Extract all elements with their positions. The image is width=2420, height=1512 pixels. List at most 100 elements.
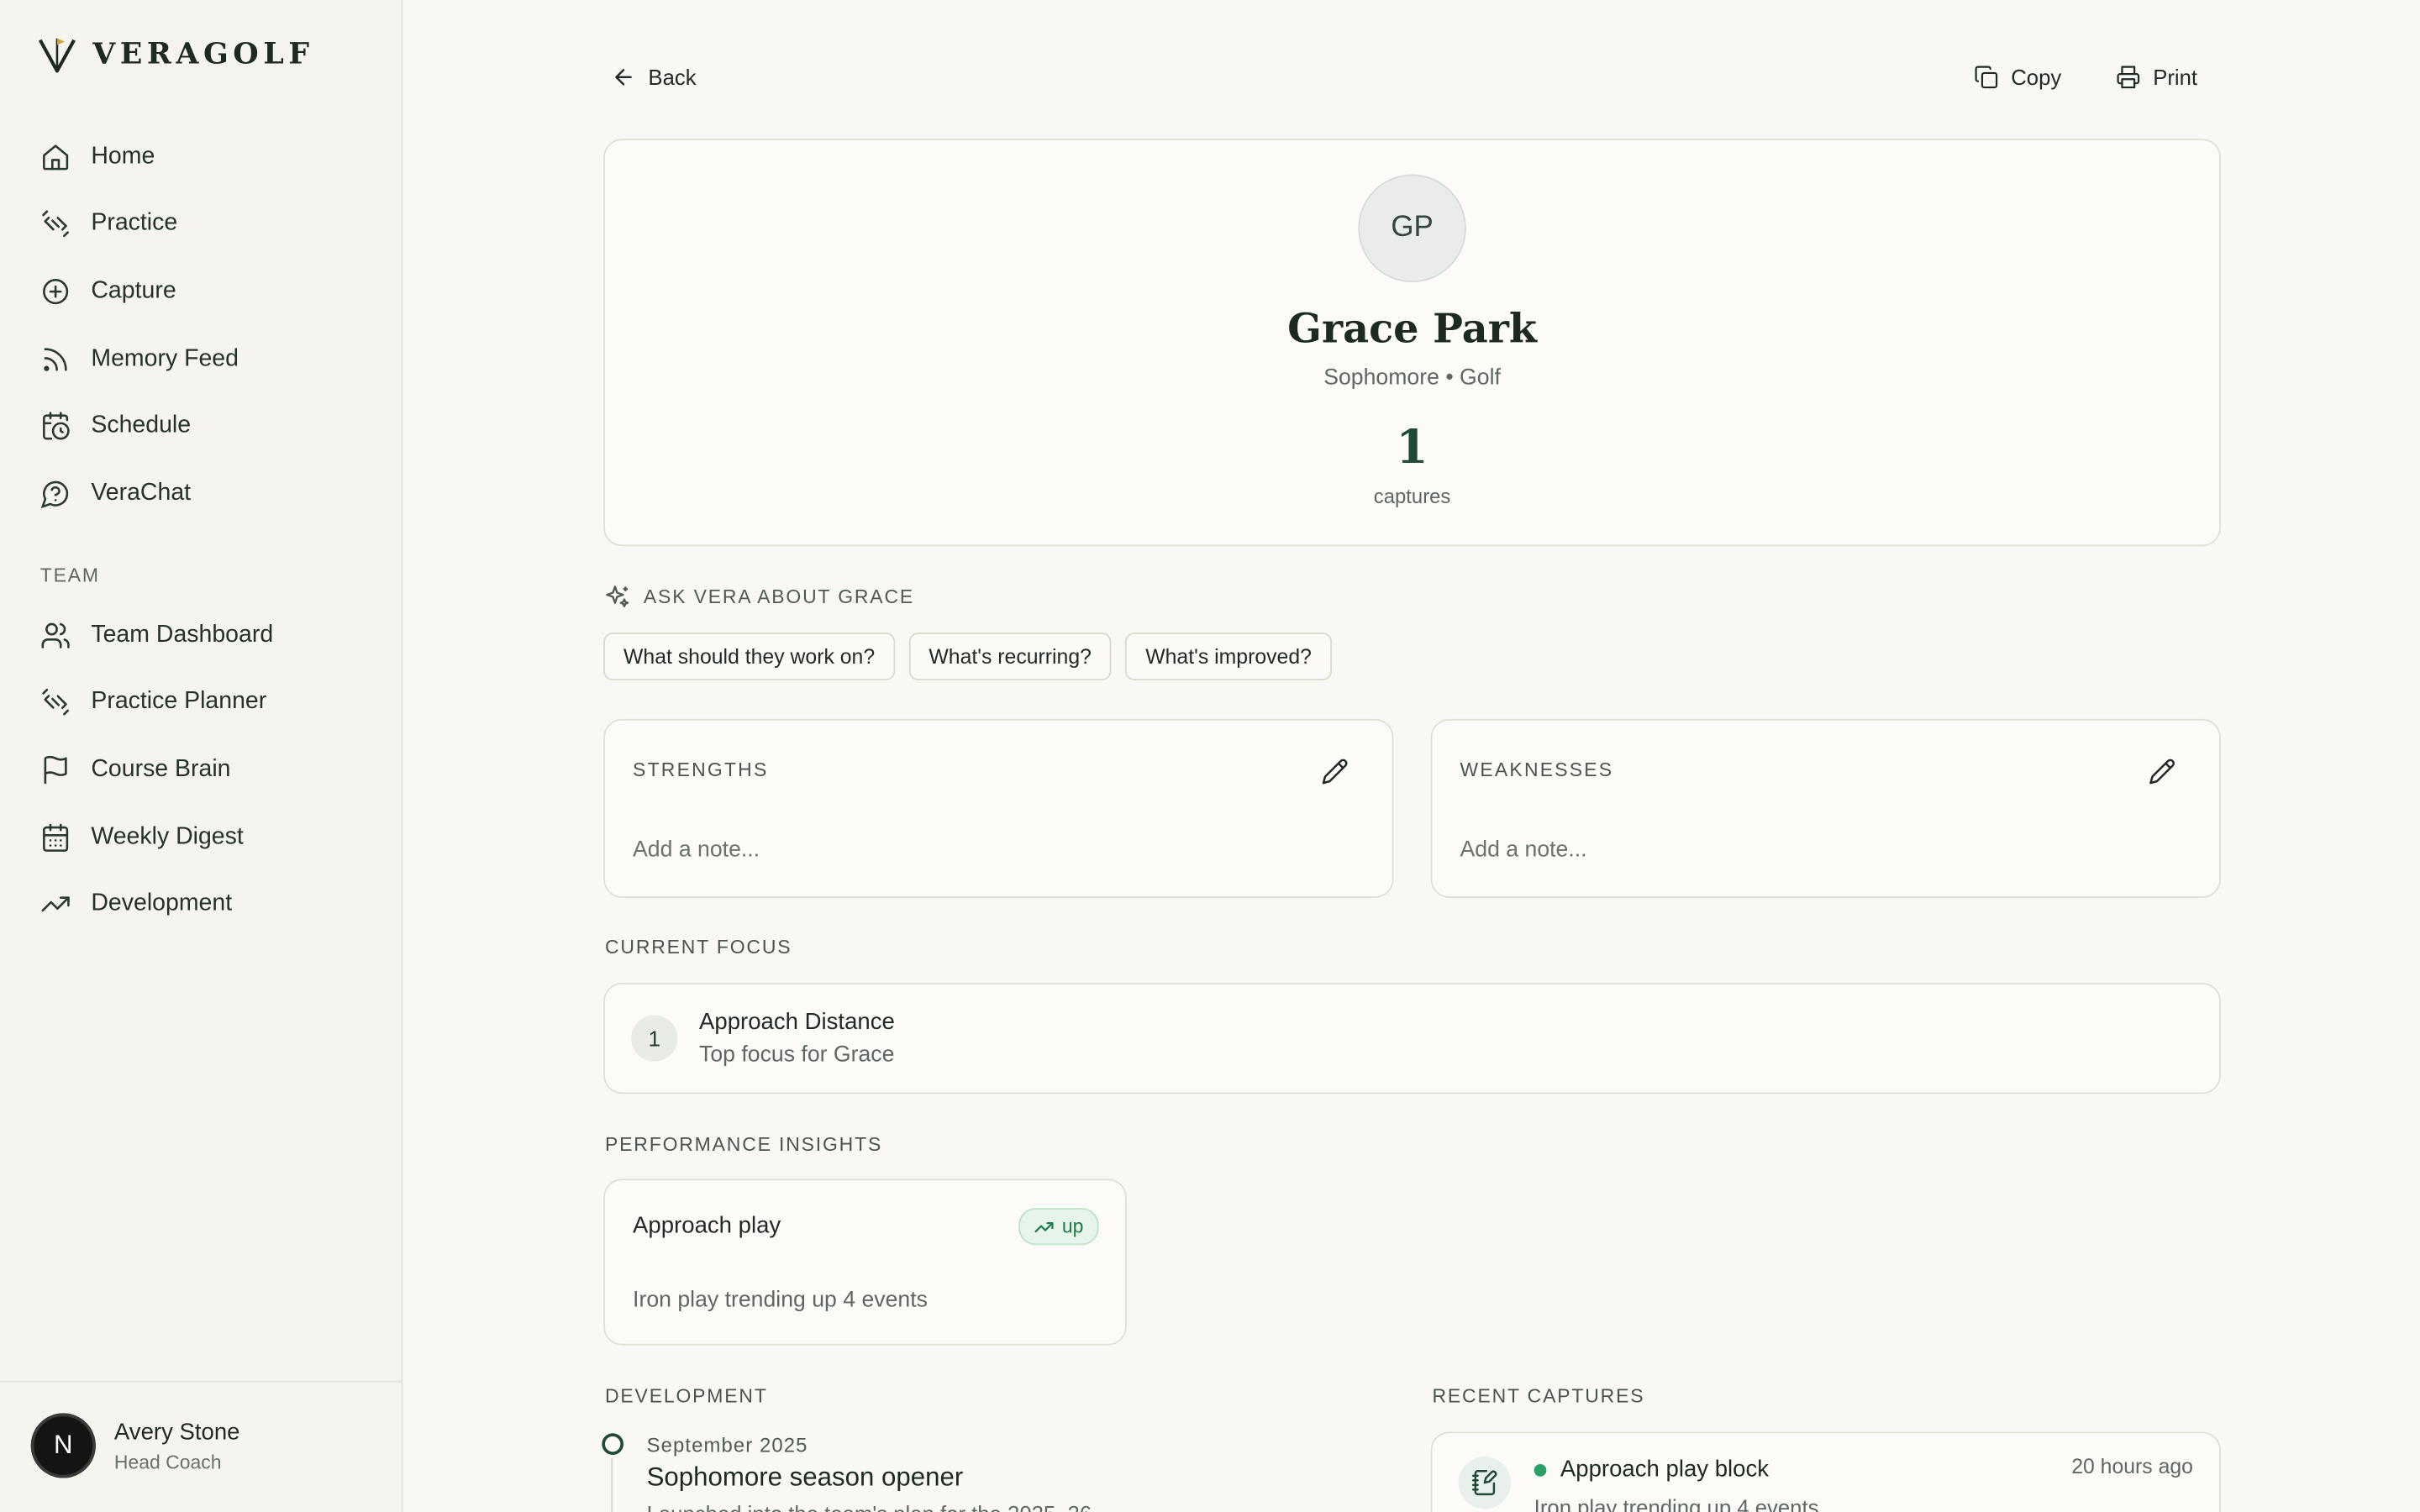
sidebar-item-label: Practice Planner: [91, 688, 267, 716]
captures-count: 1: [1396, 421, 1428, 475]
timeline-date: September 2025: [646, 1433, 808, 1457]
strengths-title: STRENGTHS: [633, 759, 769, 781]
capture-title: Approach play block: [1560, 1456, 1770, 1483]
sidebar-item-schedule[interactable]: Schedule: [0, 392, 402, 459]
athlete-name: Grace Park: [1287, 307, 1537, 354]
trending-up-icon: [41, 896, 70, 912]
focus-item[interactable]: 1 Approach Distance Top focus for Grace: [603, 982, 2222, 1095]
sidebar-item-label: Weekly Digest: [91, 823, 244, 850]
main-nav: Home Practice Capture Memory Feed Schedu…: [0, 123, 402, 527]
sidebar-item-home[interactable]: Home: [0, 123, 402, 191]
arrow-left-icon: [615, 69, 632, 86]
sidebar-item-weekly-digest[interactable]: Weekly Digest: [0, 804, 402, 871]
plus-circle-icon: [43, 279, 69, 305]
weaknesses-title: WEAKNESSES: [1460, 759, 1614, 781]
team-section-label: TEAM: [39, 564, 100, 586]
sidebar-item-label: Memory Feed: [91, 344, 239, 371]
strengths-note-input[interactable]: Add a note...: [633, 837, 760, 862]
user-name: Avery Stone: [113, 1419, 240, 1446]
back-label: Back: [648, 65, 697, 90]
sidebar-item-label: Team Dashboard: [91, 621, 274, 648]
back-button[interactable]: Back: [611, 59, 697, 96]
timeline-dot: [602, 1433, 624, 1456]
ask-vera-text: ASK VERA ABOUT GRACE: [643, 585, 915, 608]
sidebar-item-label: Home: [91, 143, 155, 170]
capture-type-icon: [1458, 1456, 1512, 1509]
sidebar-item-label: Development: [91, 890, 233, 917]
weaknesses-card: WEAKNESSES Add a note...: [1430, 718, 2222, 898]
suggestion-chips: What should they work on? What's recurri…: [603, 633, 1332, 680]
pencil-icon[interactable]: [1321, 758, 1349, 785]
users-icon: [41, 622, 70, 648]
calendar-clock-icon: [43, 412, 70, 440]
logo-icon: [38, 38, 76, 73]
trending-up-icon: [1034, 1221, 1054, 1232]
logo-text: VERAGOLF: [92, 37, 314, 71]
printer-icon: [2117, 66, 2140, 89]
ask-vera-label: ASK VERA ABOUT GRACE: [603, 583, 914, 611]
trend-badge: up: [1018, 1208, 1099, 1246]
rss-icon: [44, 347, 67, 371]
user-profile[interactable]: N Avery Stone Head Coach: [0, 1380, 402, 1512]
athlete-subtitle: Sophomore • Golf: [1323, 365, 1501, 391]
timeline-line: [611, 1457, 613, 1512]
logo[interactable]: VERAGOLF: [37, 34, 313, 74]
suggestion-chip[interactable]: What's improved?: [1125, 633, 1332, 680]
main-content: Back Copy Print GP Grace Park Sophomore …: [402, 0, 2420, 1512]
sidebar-item-label: Practice: [91, 210, 178, 237]
captures-count-label: captures: [1373, 484, 1451, 508]
sidebar-item-course-brain[interactable]: Course Brain: [0, 736, 402, 803]
sidebar-item-development[interactable]: Development: [0, 871, 402, 938]
copy-button[interactable]: Copy: [1974, 59, 2061, 96]
calendar-icon: [43, 822, 69, 852]
sidebar-item-label: Schedule: [91, 412, 192, 438]
capture-item[interactable]: Approach play block 20 hours ago Iron pl…: [1430, 1431, 2222, 1512]
topbar: Back Copy Print: [605, 59, 2219, 96]
print-label: Print: [2153, 65, 2198, 90]
user-role: Head Coach: [113, 1452, 222, 1474]
sparkles-icon: [606, 585, 629, 607]
sidebar-item-team-dashboard[interactable]: Team Dashboard: [0, 601, 402, 669]
trend-badge-label: up: [1061, 1215, 1084, 1238]
print-button[interactable]: Print: [2116, 59, 2197, 96]
sidebar-item-label: Course Brain: [91, 755, 231, 783]
avatar: GP: [1358, 174, 1466, 283]
sidebar-item-practice[interactable]: Practice: [0, 191, 402, 258]
help-circle-icon: [40, 480, 69, 508]
sidebar-item-label: VeraChat: [91, 479, 192, 507]
copy-icon: [1975, 66, 1998, 89]
dumbbell-icon: [42, 211, 69, 238]
timeline-subtitle: Launched into the team's plan for the 20…: [647, 1501, 1092, 1512]
sidebar-item-practice-planner[interactable]: Practice Planner: [0, 669, 402, 736]
insight-subtitle: Iron play trending up 4 events: [633, 1288, 928, 1314]
strengths-card: STRENGTHS Add a note...: [603, 718, 1394, 898]
athlete-profile-card: GP Grace Park Sophomore • Golf 1 capture…: [603, 139, 2222, 547]
status-dot: [1534, 1464, 1547, 1477]
team-nav: Team Dashboard Practice Planner Course B…: [0, 601, 402, 937]
focus-subtitle: Top focus for Grace: [699, 1042, 895, 1068]
flag-icon: [44, 755, 67, 785]
sidebar-item-label: Capture: [91, 277, 176, 304]
sidebar: VERAGOLF Home Practice Capture Memory Fe…: [0, 0, 403, 1512]
notebook-pen-icon: [1471, 1470, 1497, 1496]
capture-subtitle: Iron play trending up 4 events: [1534, 1494, 1819, 1512]
insight-title: Approach play: [633, 1212, 781, 1239]
home-icon: [43, 144, 69, 171]
performance-insights-label: PERFORMANCE INSIGHTS: [604, 1133, 883, 1156]
insight-card[interactable]: Approach play up Iron play trending up 4…: [603, 1179, 1127, 1346]
dumbbell-icon: [42, 689, 69, 717]
avatar: N: [30, 1413, 96, 1478]
sidebar-item-memory-feed[interactable]: Memory Feed: [0, 325, 402, 392]
timeline-title: Sophomore season opener: [646, 1462, 964, 1493]
copy-label: Copy: [2011, 65, 2062, 90]
focus-rank: 1: [631, 1015, 678, 1062]
suggestion-chip[interactable]: What's recurring?: [908, 633, 1112, 680]
pencil-icon[interactable]: [2149, 758, 2176, 785]
sidebar-item-verachat[interactable]: VeraChat: [0, 459, 402, 527]
current-focus-label: CURRENT FOCUS: [604, 936, 792, 958]
recent-captures-label: RECENT CAPTURES: [1432, 1385, 1645, 1408]
suggestion-chip[interactable]: What should they work on?: [603, 633, 895, 680]
focus-title: Approach Distance: [699, 1009, 895, 1036]
sidebar-item-capture[interactable]: Capture: [0, 258, 402, 325]
weaknesses-note-input[interactable]: Add a note...: [1460, 837, 1587, 862]
